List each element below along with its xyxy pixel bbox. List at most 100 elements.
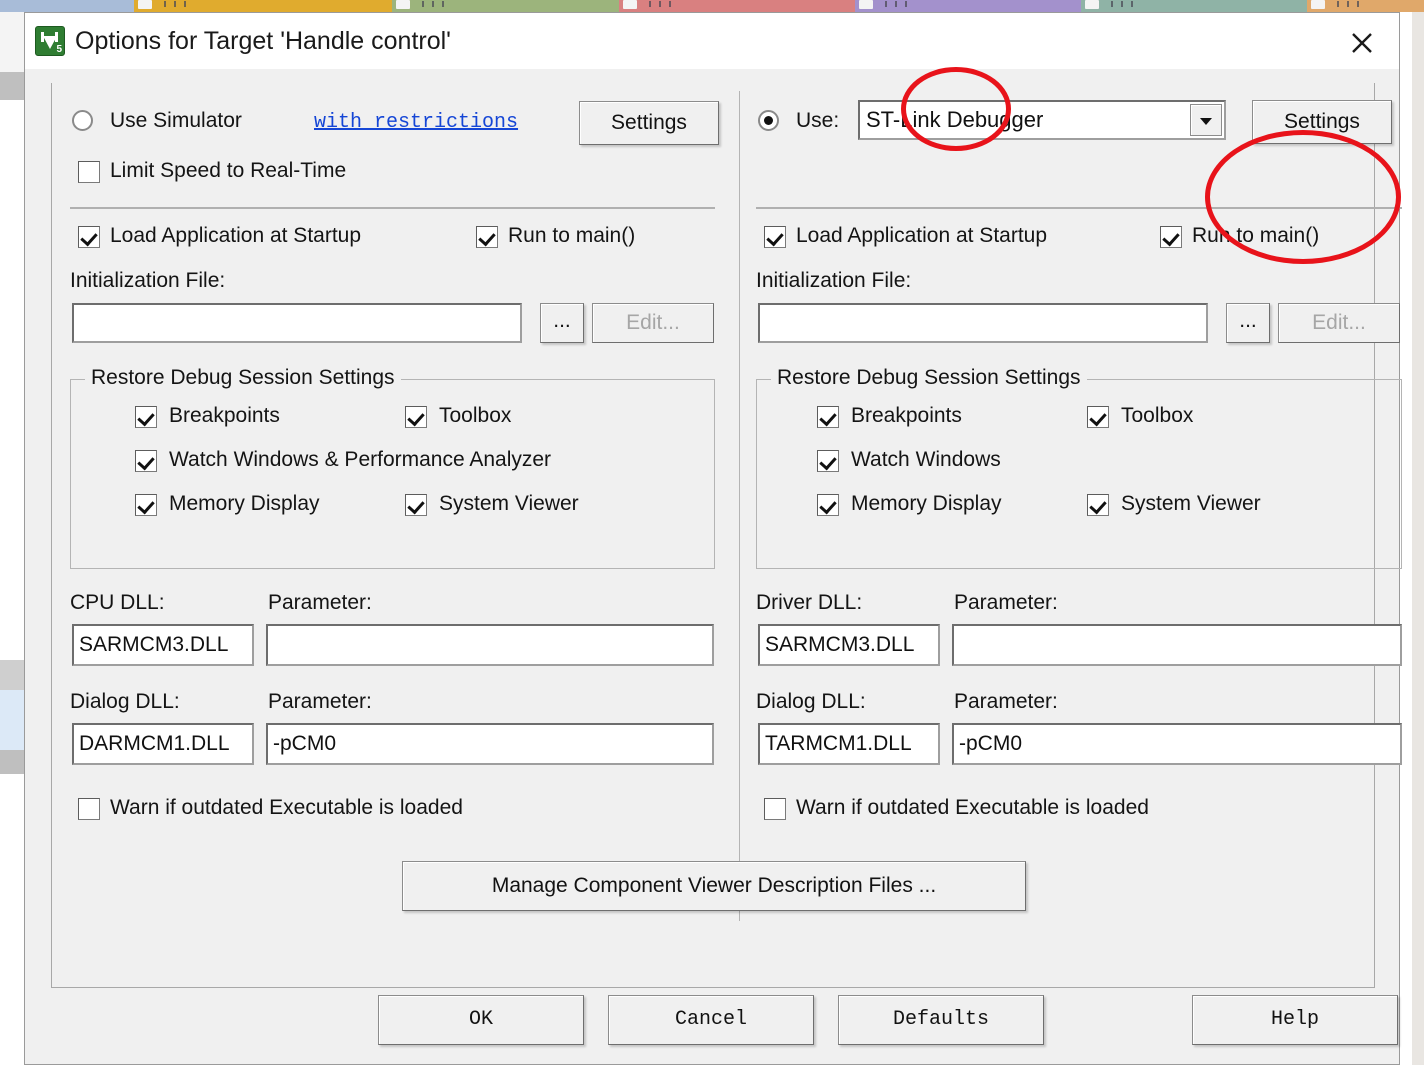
taskbar-tick [421,1,424,7]
taskbar-tick [164,1,167,7]
simulator-restore-session-group: Restore Debug Session Settings Breakpoin… [70,366,715,569]
taskbar-tick [658,1,661,7]
taskbar-nub [622,0,637,9]
taskbar-tick [885,1,887,7]
debugger-breakpoints-checkbox[interactable] [817,406,839,428]
debugger-toolbox-label: Toolbox [1121,404,1194,427]
taskbar-segment [912,0,1081,12]
simulator-dialog-dll-parameter-input[interactable]: -pCM0 [266,723,714,765]
debugger-dialog-dll-input[interactable]: TARMCM1.DLL [758,723,940,765]
taskbar-tick [1336,1,1339,7]
debugger-driver-dll-parameter-label: Parameter: [954,591,1058,614]
debugger-load-application-label: Load Application at Startup [796,224,1048,247]
taskbar-tick [1120,1,1123,7]
with-restrictions-link[interactable]: with restrictions [314,111,518,134]
debugger-driver-dll-label: Driver DLL: [756,591,863,614]
simulator-breakpoints-checkbox[interactable] [135,406,157,428]
simulator-edit-button[interactable]: Edit... [592,303,714,343]
debugger-select-value: ST-Link Debugger [866,107,1044,132]
debugger-run-to-main-label: Run to main() [1192,224,1320,247]
taskbar-tick [905,1,907,7]
keil-uvision5-icon: 5 [35,26,65,56]
simulator-settings-button[interactable]: Settings [579,101,719,145]
debugger-init-file-label: Initialization File: [756,269,912,292]
defaults-button[interactable]: Defaults [838,995,1044,1045]
debugger-warn-outdated-checkbox[interactable] [764,798,786,820]
taskbar-tick [174,1,177,7]
use-simulator-label: Use Simulator [110,109,242,132]
simulator-memory-display-checkbox[interactable] [135,494,157,516]
options-dialog: 5 Options for Target 'Handle control' De… [24,12,1402,1065]
simulator-watch-windows-label: Watch Windows & Performance Analyzer [169,448,552,471]
simulator-warn-outdated-checkbox[interactable] [78,798,100,820]
debugger-browse-button[interactable]: ... [1226,303,1270,343]
debugger-edit-button[interactable]: Edit... [1278,303,1400,343]
help-button[interactable]: Help [1192,995,1398,1045]
debugger-system-viewer-checkbox[interactable] [1087,494,1109,516]
debugger-driver-dll-parameter-input[interactable] [952,624,1402,666]
taskbar-segment [190,0,392,12]
panel-vertical-divider [739,91,740,921]
taskbar-tick [668,1,671,7]
simulator-cpu-dll-input[interactable]: SARMCM3.DLL [72,624,254,666]
chevron-down-icon[interactable] [1190,104,1222,136]
debugger-run-to-main-checkbox[interactable] [1160,226,1182,248]
simulator-browse-button[interactable]: ... [540,303,584,343]
debugger-memory-display-checkbox[interactable] [817,494,839,516]
simulator-init-file-label: Initialization File: [70,269,226,292]
use-simulator-radio[interactable] [72,110,93,131]
manage-component-viewer-button[interactable]: Manage Component Viewer Description File… [402,861,1026,911]
taskbar-segment [0,0,135,12]
taskbar-tick [1110,1,1113,7]
debugger-system-viewer-label: System Viewer [1121,492,1261,515]
taskbar-segment [1306,0,1361,12]
simulator-load-application-checkbox[interactable] [78,226,100,248]
debugger-select[interactable]: ST-Link Debugger [858,100,1226,140]
debugger-dialog-dll-parameter-input[interactable]: -pCM0 [952,723,1402,765]
simulator-run-to-main-checkbox[interactable] [476,226,498,248]
ok-button[interactable]: OK [378,995,584,1045]
debugger-driver-dll-input[interactable]: SARMCM3.DLL [758,624,940,666]
debugger-restore-session-title: Restore Debug Session Settings [771,366,1087,390]
debugger-toolbox-checkbox[interactable] [1087,406,1109,428]
debugger-load-application-checkbox[interactable] [764,226,786,248]
close-icon[interactable] [1333,23,1389,59]
simulator-system-viewer-label: System Viewer [439,492,579,515]
simulator-toolbox-checkbox[interactable] [405,406,427,428]
dialog-titlebar: 5 Options for Target 'Handle control' [25,13,1399,69]
use-debugger-radio[interactable] [758,110,779,131]
debugger-panel: Use: ST-Link Debugger Settings Load Appl… [742,83,1404,988]
taskbar-nub [1310,0,1325,9]
debugger-init-file-input[interactable] [758,303,1208,343]
simulator-load-application-label: Load Application at Startup [110,224,362,247]
debugger-restore-session-group: Restore Debug Session Settings Breakpoin… [756,366,1402,569]
simulator-dialog-dll-parameter-label: Parameter: [268,690,372,713]
simulator-init-file-input[interactable] [72,303,522,343]
dialog-footer: OK Cancel Defaults Help [51,995,1398,1053]
taskbar-segment [1360,0,1424,12]
simulator-panel: Use Simulator with restrictions Settings… [52,83,719,988]
simulator-system-viewer-checkbox[interactable] [405,494,427,516]
simulator-cpu-dll-parameter-label: Parameter: [268,591,372,614]
debugger-warn-outdated-label: Warn if outdated Executable is loaded [796,796,1149,819]
cancel-button[interactable]: Cancel [608,995,814,1045]
background-window-right-sliver [1412,12,1424,1065]
simulator-watch-windows-checkbox[interactable] [135,450,157,472]
limit-speed-checkbox[interactable] [78,161,100,183]
debug-tab-panel: Use Simulator with restrictions Settings… [51,83,1402,988]
simulator-cpu-dll-parameter-input[interactable] [266,624,714,666]
debugger-dialog-dll-label: Dialog DLL: [756,690,866,713]
debugger-breakpoints-label: Breakpoints [851,404,962,427]
debugger-settings-button[interactable]: Settings [1252,100,1392,144]
taskbar-tick [1130,1,1133,7]
simulator-cpu-dll-label: CPU DLL: [70,591,165,614]
debugger-divider [756,207,1402,209]
debugger-watch-windows-checkbox[interactable] [817,450,839,472]
debugger-dialog-dll-parameter-label: Parameter: [954,690,1058,713]
simulator-dialog-dll-input[interactable]: DARMCM1.DLL [72,723,254,765]
limit-speed-label: Limit Speed to Real-Time [110,159,347,182]
use-debugger-label: Use: [796,109,840,132]
taskbar-nub [1084,0,1099,9]
taskbar-segment [391,0,461,12]
dialog-title: Options for Target 'Handle control' [75,27,451,55]
